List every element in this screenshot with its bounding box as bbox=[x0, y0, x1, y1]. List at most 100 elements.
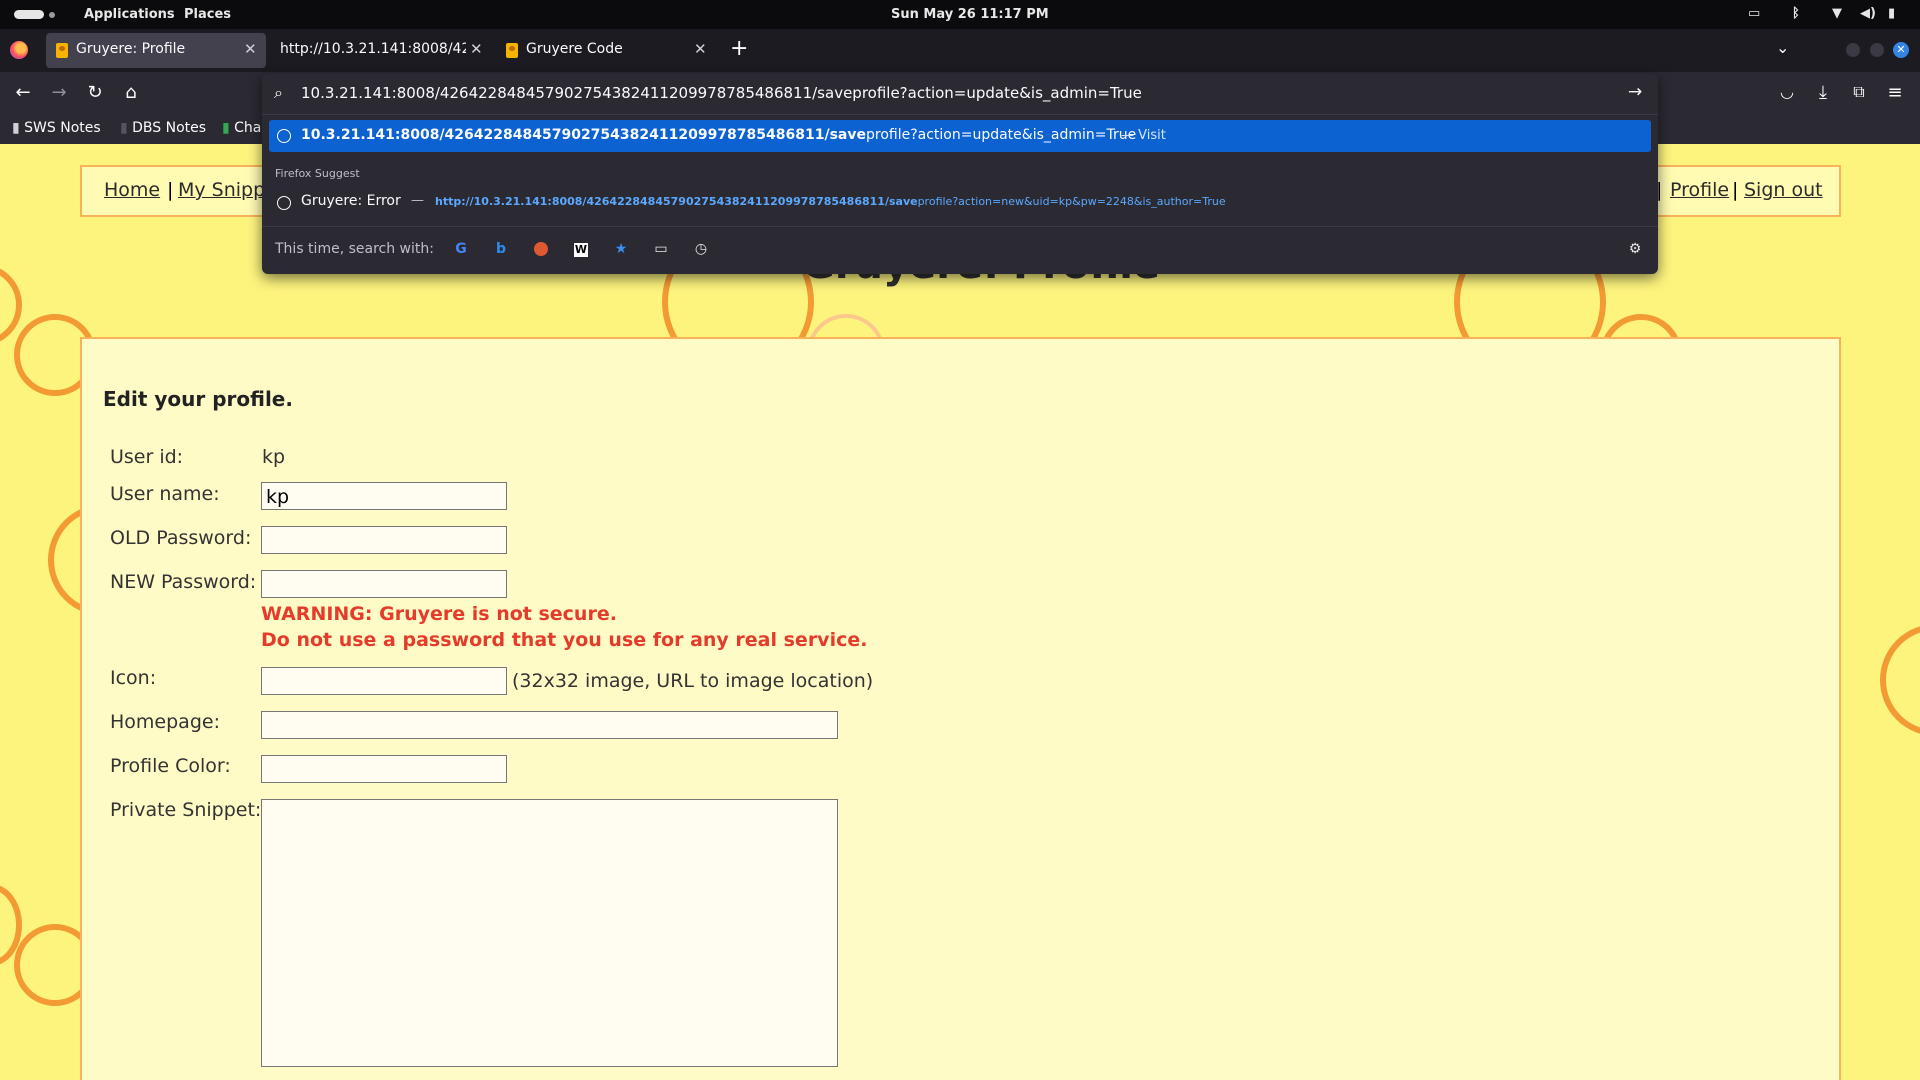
password-warning: Do not use a password that you use for a… bbox=[261, 629, 868, 651]
search-icon: ⌕ bbox=[274, 83, 283, 102]
suggest-url-rest: profile?action=new&uid=kp&pw=2248&is_aut… bbox=[917, 195, 1226, 208]
homepage-label: Homepage: bbox=[110, 711, 220, 733]
clock[interactable]: Sun May 26 11:17 PM bbox=[891, 7, 1049, 22]
url-input[interactable]: 10.3.21.141:8008/42642284845790275438241… bbox=[301, 84, 1142, 102]
suggest-url: http://10.3.21.141:8008/4264228484579027… bbox=[435, 195, 1226, 208]
close-tab-icon[interactable]: ✕ bbox=[470, 40, 483, 58]
search-with-label: This time, search with: bbox=[275, 241, 434, 257]
screen-share-icon[interactable]: ▭ bbox=[1748, 6, 1760, 21]
close-tab-icon[interactable]: ✕ bbox=[244, 40, 257, 58]
private-snippet-textarea[interactable] bbox=[261, 799, 838, 1067]
menu-home-link[interactable]: Home bbox=[104, 179, 160, 201]
globe-icon bbox=[277, 196, 291, 210]
visit-suggestion[interactable]: 10.3.21.141:8008/42642284845790275438241… bbox=[269, 120, 1651, 152]
profile-color-field[interactable] bbox=[261, 755, 507, 783]
suggest-title: Gruyere: Error bbox=[301, 193, 401, 209]
homepage-field[interactable] bbox=[261, 711, 838, 739]
suggest-url-bold: http://10.3.21.141:8008/4264228484579027… bbox=[435, 195, 918, 208]
bookmarks-search-icon[interactable]: ★ bbox=[612, 240, 630, 258]
reload-icon[interactable]: ↻ bbox=[82, 82, 108, 103]
new-password-label: NEW Password: bbox=[110, 571, 257, 593]
divider bbox=[262, 226, 1658, 227]
bookmark-cha[interactable]: ▮ Cha bbox=[222, 120, 261, 136]
visit-url-bold: 10.3.21.141:8008/42642284845790275438241… bbox=[301, 127, 866, 143]
minimize-icon[interactable] bbox=[1846, 43, 1860, 57]
home-icon[interactable]: ⌂ bbox=[118, 82, 144, 103]
system-top-bar: Applications Places Sun May 26 11:17 PM … bbox=[0, 0, 1920, 29]
wifi-icon[interactable]: ▼ bbox=[1832, 6, 1842, 21]
tabs-search-icon[interactable]: ▭ bbox=[652, 240, 670, 258]
go-arrow-icon[interactable]: → bbox=[1628, 82, 1642, 102]
suggest-header: Firefox Suggest bbox=[275, 167, 360, 180]
icon-hint: (32x32 image, URL to image location) bbox=[512, 670, 874, 692]
username-field[interactable]: kp bbox=[261, 482, 507, 510]
duckduckgo-icon[interactable] bbox=[534, 242, 548, 256]
wikipedia-icon[interactable]: W bbox=[574, 243, 588, 257]
userid-label: User id: bbox=[110, 446, 184, 468]
firefox-logo-icon[interactable] bbox=[10, 41, 28, 59]
page-viewport: Home | My Snippe | Profile | Sign out Gr… bbox=[0, 144, 1920, 1080]
security-warning: WARNING: Gruyere is not secure. bbox=[261, 603, 617, 625]
icon-label: Icon: bbox=[110, 667, 157, 689]
downloads-icon[interactable]: ⤓ bbox=[1810, 82, 1836, 103]
username-label: User name: bbox=[110, 483, 220, 505]
menu-profile-link[interactable]: Profile bbox=[1670, 179, 1729, 201]
icon-url-field[interactable] bbox=[261, 667, 507, 695]
tab-label: http://10.3.21.141:8008/4264 bbox=[280, 41, 466, 57]
visit-action: — Visit bbox=[1121, 128, 1166, 143]
volume-icon[interactable]: ◀) bbox=[1860, 6, 1876, 21]
new-password-field[interactable] bbox=[261, 570, 507, 598]
bookmark-icon: ▮ bbox=[12, 120, 25, 136]
bookmark-label: Cha bbox=[234, 120, 262, 136]
app-menu-icon[interactable]: ≡ bbox=[1882, 82, 1908, 103]
gruyere-favicon-icon bbox=[56, 43, 68, 58]
tab-strip: Gruyere: Profile ✕ http://10.3.21.141:80… bbox=[0, 29, 1920, 72]
form-heading: Edit your profile. bbox=[103, 387, 293, 411]
search-settings-gear-icon[interactable]: ⚙ bbox=[1626, 240, 1644, 258]
activities-indicator[interactable] bbox=[14, 10, 44, 19]
menu-sign-out-link[interactable]: Sign out bbox=[1744, 179, 1823, 201]
applications-menu[interactable]: Applications bbox=[84, 7, 175, 22]
bluetooth-icon[interactable]: ᛒ bbox=[1792, 6, 1800, 21]
pocket-icon[interactable]: ◡ bbox=[1774, 82, 1800, 101]
bookmark-icon: ▮ bbox=[120, 120, 133, 136]
menu-separator: | bbox=[167, 179, 174, 201]
menu-separator: | bbox=[1732, 179, 1739, 201]
workspace-dot bbox=[49, 12, 55, 18]
suggest-dash: — bbox=[411, 193, 424, 208]
url-input-row: ⌕ 10.3.21.141:8008/426422848457902754382… bbox=[262, 74, 1658, 114]
old-password-label: OLD Password: bbox=[110, 527, 252, 549]
bing-icon[interactable]: b bbox=[492, 240, 510, 258]
forward-icon[interactable]: → bbox=[46, 82, 72, 103]
bookmark-icon: ▮ bbox=[222, 120, 235, 136]
battery-icon[interactable]: ▮ bbox=[1888, 6, 1895, 21]
history-search-icon[interactable]: ◷ bbox=[692, 240, 710, 258]
tab-url[interactable]: http://10.3.21.141:8008/4264 ✕ bbox=[270, 33, 490, 68]
tab-gruyere-profile[interactable]: Gruyere: Profile ✕ bbox=[46, 33, 266, 68]
suggest-item[interactable]: Gruyere: Error — http://10.3.21.141:8008… bbox=[269, 188, 1651, 216]
places-menu[interactable]: Places bbox=[184, 7, 231, 22]
bookmark-label: SWS Notes bbox=[24, 120, 101, 136]
globe-icon bbox=[277, 129, 291, 143]
private-snippet-label: Private Snippet: bbox=[110, 799, 262, 821]
profile-color-label: Profile Color: bbox=[110, 755, 231, 777]
close-window-icon[interactable]: ✕ bbox=[1893, 42, 1909, 58]
extensions-icon[interactable]: ⧉ bbox=[1846, 82, 1872, 102]
list-all-tabs-icon[interactable]: ⌄ bbox=[1776, 38, 1789, 57]
gruyere-favicon-icon bbox=[506, 43, 518, 58]
tab-gruyere-code[interactable]: Gruyere Code ✕ bbox=[496, 33, 716, 68]
bookmark-dbs-notes[interactable]: ▮ DBS Notes bbox=[120, 120, 206, 136]
visit-url-rest: profile?action=update&is_admin=True bbox=[865, 127, 1137, 143]
old-password-field[interactable] bbox=[261, 526, 507, 554]
new-tab-icon[interactable]: + bbox=[730, 36, 748, 61]
tab-label: Gruyere Code bbox=[526, 41, 623, 57]
back-icon[interactable]: ← bbox=[10, 82, 36, 103]
decor-ring bbox=[1880, 624, 1920, 736]
close-tab-icon[interactable]: ✕ bbox=[694, 40, 707, 58]
url-dropdown: ⌕ 10.3.21.141:8008/426422848457902754382… bbox=[262, 74, 1658, 274]
maximize-icon[interactable] bbox=[1870, 43, 1884, 57]
google-icon[interactable]: G bbox=[452, 240, 470, 258]
bookmark-label: DBS Notes bbox=[132, 120, 207, 136]
visit-url: 10.3.21.141:8008/42642284845790275438241… bbox=[301, 127, 1136, 143]
bookmark-sws-notes[interactable]: ▮ SWS Notes bbox=[12, 120, 101, 136]
